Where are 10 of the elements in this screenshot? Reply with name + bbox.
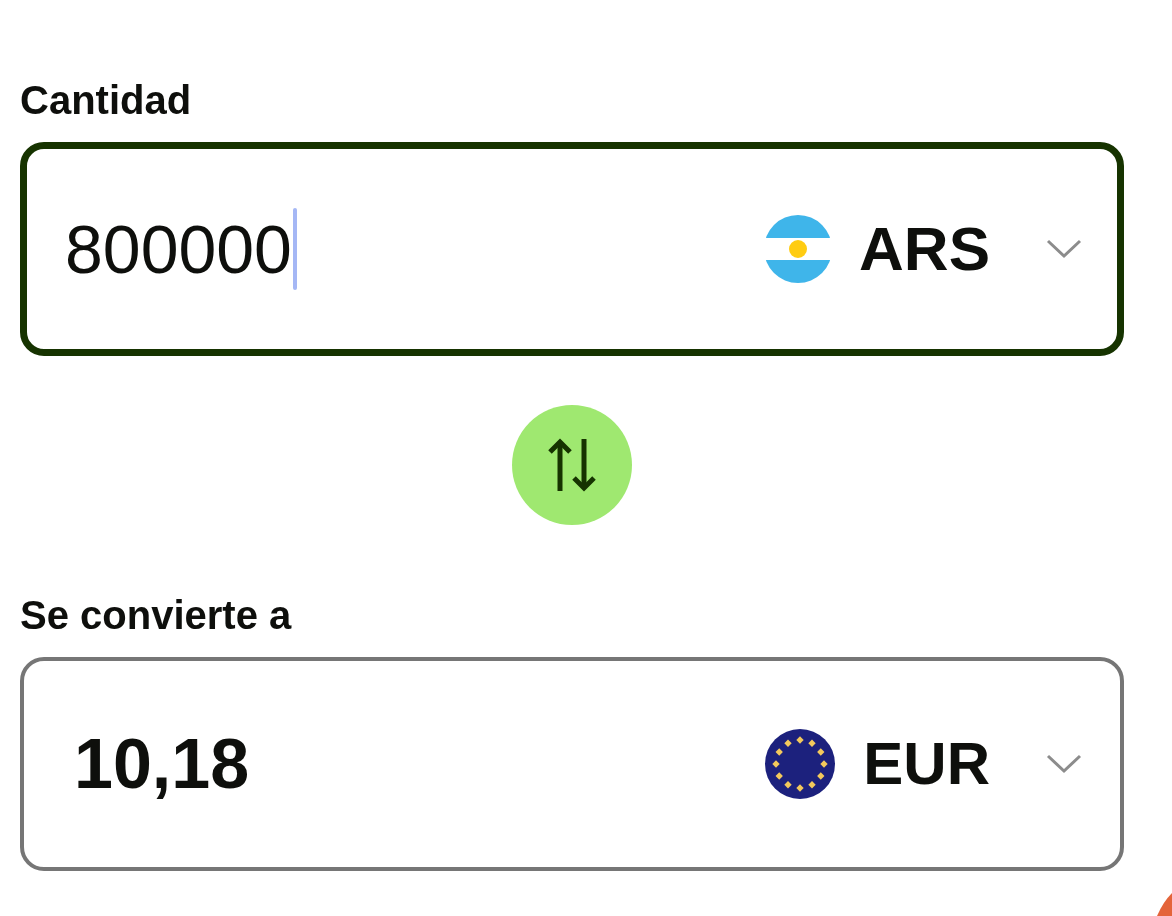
converted-label: Se convierte a — [20, 592, 292, 638]
swap-arrows-icon — [548, 437, 596, 493]
eu-flag-icon — [765, 729, 836, 799]
amount-field[interactable]: 800000 ARS — [20, 142, 1124, 356]
chevron-down-icon — [1046, 754, 1082, 774]
amount-label: Cantidad — [20, 77, 192, 123]
currency-select[interactable]: EUR — [765, 728, 1082, 800]
chevron-down-icon — [1046, 239, 1082, 259]
converted-field[interactable]: 10,18 EUR — [20, 657, 1124, 871]
currency-select[interactable]: ARS — [764, 213, 1082, 285]
